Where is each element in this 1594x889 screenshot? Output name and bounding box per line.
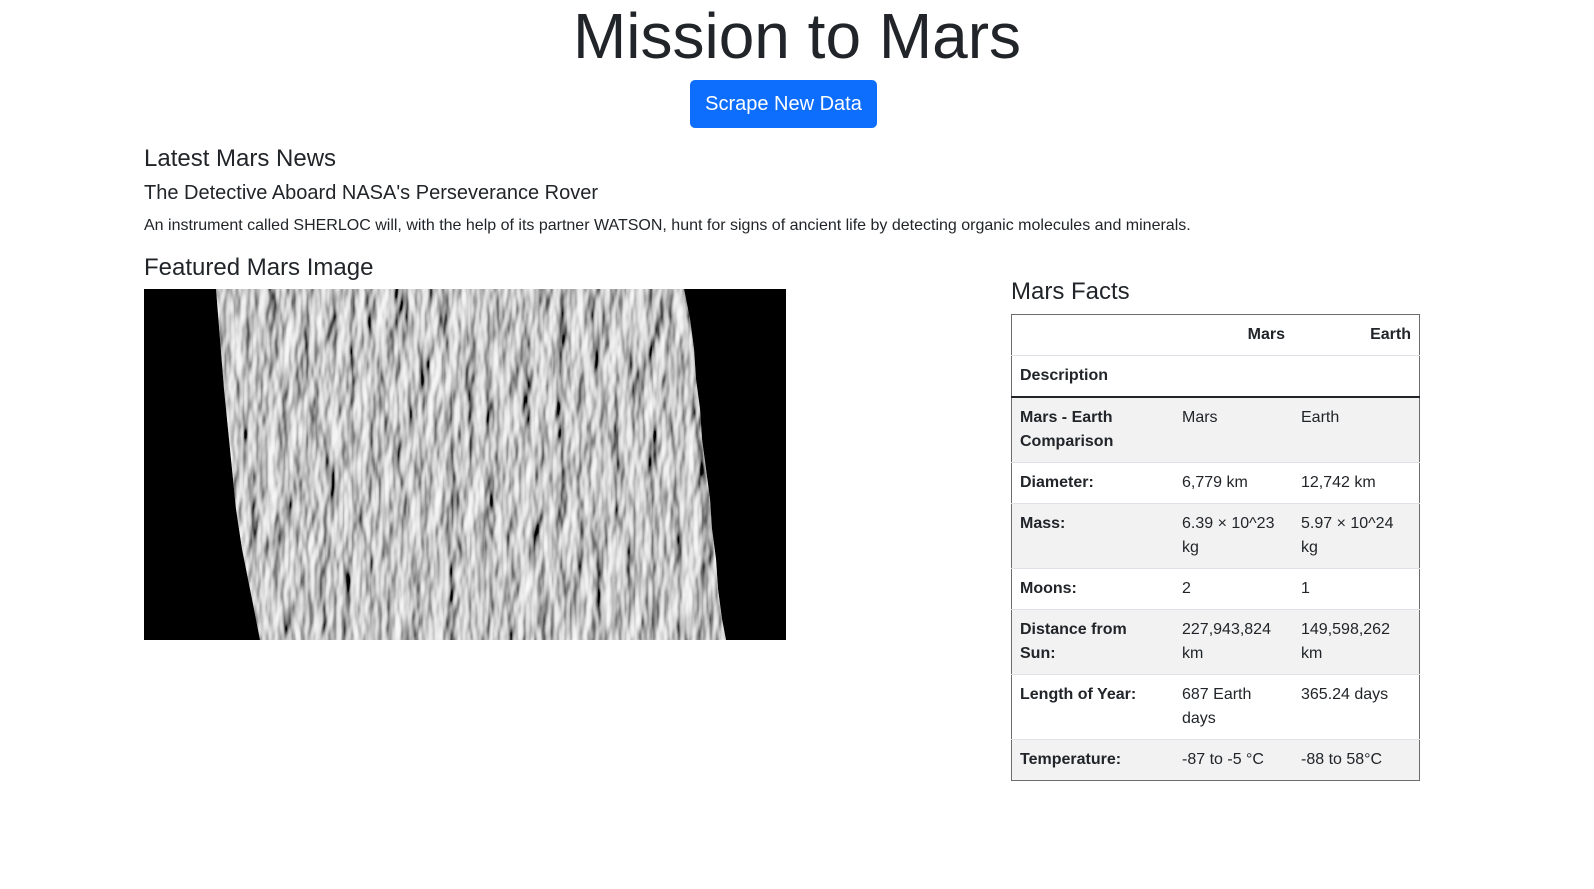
earth-value: 149,598,262 km xyxy=(1293,609,1420,675)
row-label: Mars - Earth Comparison xyxy=(1011,396,1174,463)
news-paragraph: An instrument called SHERLOC will, with … xyxy=(144,217,1191,234)
table-row: Diameter: 6,779 km 12,742 km xyxy=(1011,462,1420,504)
mars-value: 227,943,824 km xyxy=(1174,609,1293,675)
column-header-mars: Mars xyxy=(1247,326,1285,343)
mars-value: -87 to -5 °C xyxy=(1174,739,1293,781)
row-label: Diameter: xyxy=(1011,462,1174,504)
page: Mission to Mars Scrape New Data Latest M… xyxy=(0,0,1594,889)
earth-value: 12,742 km xyxy=(1293,462,1420,504)
table-header-row: Mars Earth xyxy=(1012,315,1420,356)
index-label: Description xyxy=(1011,355,1174,398)
row-label: Temperature: xyxy=(1011,739,1174,781)
table-row: Temperature: -87 to -5 °C -88 to 58°C xyxy=(1011,739,1420,781)
mars-value: 6,779 km xyxy=(1174,462,1293,504)
mars-dunes-picture xyxy=(144,289,786,640)
mars-value: 2 xyxy=(1174,568,1293,610)
row-label: Length of Year: xyxy=(1011,674,1174,740)
page-title: Mission to Mars xyxy=(572,0,1022,72)
news-title: The Detective Aboard NASA's Perseverance… xyxy=(144,182,599,204)
earth-value: -88 to 58°C xyxy=(1293,739,1420,781)
mars-value: 6.39 × 10^23 kg xyxy=(1174,503,1293,569)
featured-mars-image xyxy=(144,289,786,640)
earth-value: 365.24 days xyxy=(1293,674,1420,740)
table-row: Mass: 6.39 × 10^23 kg 5.97 × 10^24 kg xyxy=(1011,503,1420,569)
mars-value: Mars xyxy=(1174,396,1293,463)
news-section-heading: Latest Mars News xyxy=(144,145,337,172)
column-header-earth: Earth xyxy=(1370,326,1411,343)
earth-value: Earth xyxy=(1293,396,1420,463)
earth-value: 5.97 × 10^24 kg xyxy=(1293,503,1420,569)
mars-value: 687 Earth days xyxy=(1174,674,1293,740)
row-label: Moons: xyxy=(1011,568,1174,610)
earth-value: 1 xyxy=(1293,568,1420,610)
mars-facts-table: Mars Earth Description Mars - Earth Comp… xyxy=(1011,314,1420,781)
table-row: Distance from Sun: 227,943,824 km 149,59… xyxy=(1011,609,1420,675)
row-label: Mass: xyxy=(1011,503,1174,569)
table-row: Moons: 2 1 xyxy=(1011,568,1420,610)
row-label: Distance from Sun: xyxy=(1011,609,1174,675)
featured-image-heading: Featured Mars Image xyxy=(144,254,374,281)
mars-facts-heading: Mars Facts xyxy=(1011,278,1130,305)
table-index-row: Description xyxy=(1011,355,1420,398)
table-row: Length of Year: 687 Earth days 365.24 da… xyxy=(1011,674,1420,740)
scrape-new-data-button[interactable]: Scrape New Data xyxy=(690,80,877,128)
column-header-blank xyxy=(1012,315,1175,356)
table-row: Mars - Earth Comparison Mars Earth xyxy=(1011,396,1420,463)
